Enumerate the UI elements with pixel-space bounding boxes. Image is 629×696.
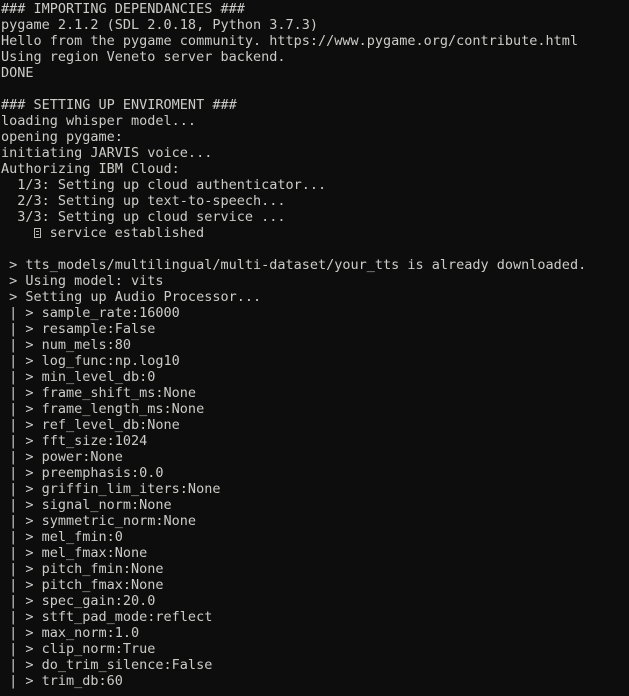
terminal-line: Hello from the pygame community. https:/… bbox=[1, 33, 579, 49]
terminal-line: | > frame_shift_ms:None bbox=[1, 385, 197, 401]
terminal-line: | > do_trim_silence:False bbox=[1, 657, 213, 673]
terminal-line: | > preemphasis:0.0 bbox=[1, 465, 164, 481]
missing-glyph-box-icon bbox=[34, 228, 42, 238]
terminal-line: | > resample:False bbox=[1, 321, 156, 337]
terminal-line: 2/3: Setting up text-to-speech... bbox=[1, 193, 286, 209]
terminal-line: | > sample_rate:16000 bbox=[1, 305, 180, 321]
terminal-line: > Setting up Audio Processor... bbox=[1, 289, 262, 305]
terminal-line: | > power:None bbox=[1, 449, 123, 465]
terminal-line: loading whisper model... bbox=[1, 113, 197, 129]
terminal-line: initiating JARVIS voice... bbox=[1, 145, 213, 161]
terminal-line: 3/3: Setting up cloud service ... bbox=[1, 209, 286, 225]
terminal-line: | > log_func:np.log10 bbox=[1, 353, 180, 369]
terminal-line: | > fft_size:1024 bbox=[1, 433, 148, 449]
terminal-line: | > pitch_fmax:None bbox=[1, 577, 164, 593]
terminal-line-indent bbox=[1, 225, 34, 241]
terminal-line: pygame 2.1.2 (SDL 2.0.18, Python 3.7.3) bbox=[1, 17, 318, 33]
terminal-line: | > ref_level_db:None bbox=[1, 417, 180, 433]
terminal-line: | > max_norm:1.0 bbox=[1, 625, 140, 641]
terminal-line: service established bbox=[0, 225, 629, 241]
terminal-line: | > frame_length_ms:None bbox=[1, 401, 205, 417]
terminal-line: | > stft_pad_mode:reflect bbox=[1, 609, 213, 625]
terminal-line: DONE bbox=[1, 65, 34, 81]
terminal-line: Using region Veneto server backend. bbox=[1, 49, 286, 65]
terminal-line: 1/3: Setting up cloud authenticator... bbox=[1, 177, 327, 193]
terminal-line: ### IMPORTING DEPENDANCIES ### bbox=[1, 1, 245, 17]
terminal-output-pane[interactable]: ### IMPORTING DEPENDANCIES ### pygame 2.1… bbox=[0, 0, 629, 696]
terminal-line-text: service established bbox=[41, 225, 205, 241]
terminal-line: opening pygame: bbox=[1, 129, 123, 145]
terminal-line: ### SETTING UP ENVIROMENT ### bbox=[1, 97, 237, 113]
terminal-line: | > mel_fmin:0 bbox=[1, 529, 123, 545]
terminal-line: | > signal_norm:None bbox=[1, 497, 172, 513]
terminal-line: | > clip_norm:True bbox=[1, 641, 156, 657]
terminal-line: > tts_models/multilingual/multi-dataset/… bbox=[1, 257, 587, 273]
terminal-line: | > symmetric_norm:None bbox=[1, 513, 197, 529]
terminal-line: > Using model: vits bbox=[1, 273, 164, 289]
terminal-line: | > mel_fmax:None bbox=[1, 545, 148, 561]
terminal-line: | > pitch_fmin:None bbox=[1, 561, 164, 577]
terminal-line: | > spec_gain:20.0 bbox=[1, 593, 156, 609]
terminal-line: | > trim_db:60 bbox=[1, 673, 123, 689]
terminal-line: Authorizing IBM Cloud: bbox=[1, 161, 180, 177]
terminal-line: | > num_mels:80 bbox=[1, 337, 132, 353]
terminal-line: | > min_level_db:0 bbox=[1, 369, 156, 385]
terminal-line: | > griffin_lim_iters:None bbox=[1, 481, 221, 497]
